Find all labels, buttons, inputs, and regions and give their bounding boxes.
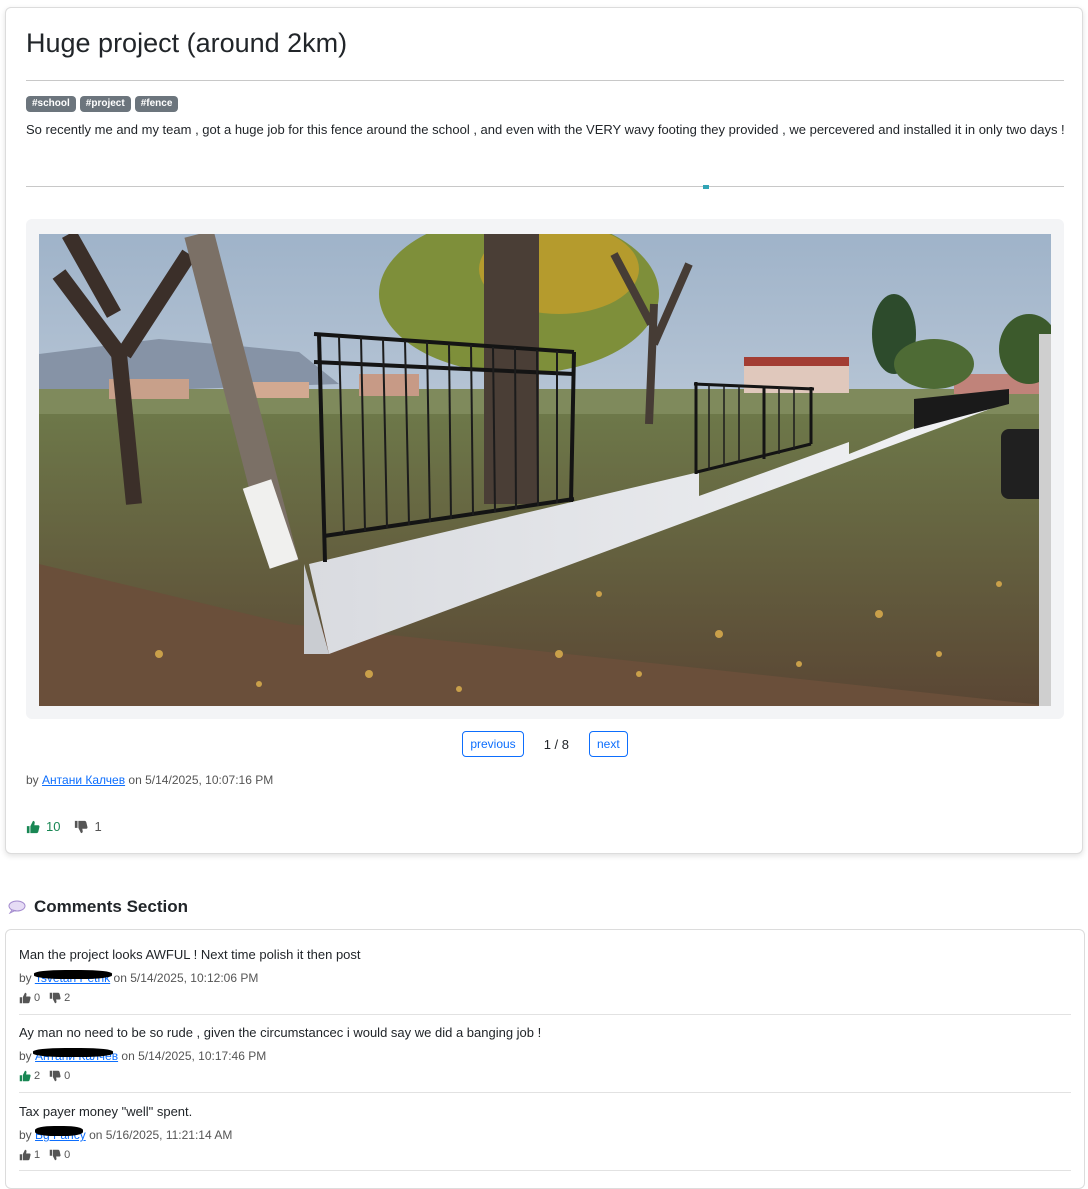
body-divider (26, 186, 1064, 187)
comment-votes: 1 0 (19, 1149, 1071, 1161)
dislike-count: 0 (64, 1070, 71, 1082)
like-count: 10 (46, 819, 61, 834)
like-count: 1 (34, 1149, 41, 1161)
comment-item: Man the project looks AWFUL ! Next time … (19, 947, 1071, 1004)
fence-photo (39, 234, 1051, 706)
title-divider (26, 80, 1064, 81)
post-body: So recently me and my team , got a huge … (26, 122, 1065, 137)
carousel-pager: previous 1 / 8 next (6, 731, 1084, 757)
thumbs-down-icon (75, 820, 88, 833)
comment-divider (19, 1170, 1071, 1171)
post-date: 5/14/2025, 10:07:16 PM (145, 773, 274, 787)
comment-date: 5/16/2025, 11:21:14 AM (105, 1128, 233, 1142)
comment-votes: 0 2 (19, 992, 1071, 1004)
tag-project[interactable]: #project (79, 96, 131, 112)
author-link[interactable]: Антани Калчев (42, 773, 125, 787)
divider-marker (703, 185, 709, 189)
next-button[interactable]: next (588, 731, 628, 757)
comment-divider (19, 1014, 1071, 1015)
redaction-mark (34, 970, 112, 979)
byline-prefix: by (19, 1049, 32, 1063)
tag-fence[interactable]: #fence (134, 96, 179, 112)
thumbs-up-icon[interactable] (19, 1070, 31, 1082)
byline-on: on (113, 971, 127, 985)
dislike-count: 0 (64, 1149, 71, 1161)
byline-on: on (89, 1128, 103, 1142)
comment-date: 5/14/2025, 10:12:06 PM (130, 971, 259, 985)
thumbs-up-icon[interactable] (19, 1149, 31, 1161)
comments-title: Comments Section (34, 897, 188, 916)
comment-byline: by Bg Fancy on 5/16/2025, 11:21:14 AM (19, 1126, 1071, 1142)
like-count: 2 (34, 1070, 41, 1082)
comment-item: Ay man no need to be so rude , given the… (19, 1025, 1071, 1082)
thumbs-down-icon[interactable] (49, 992, 61, 1004)
comment-text: Man the project looks AWFUL ! Next time … (19, 947, 361, 962)
thumbs-up-icon[interactable] (19, 992, 31, 1004)
comment-text: Tax payer money "well" spent. (19, 1104, 193, 1119)
dislike-count: 2 (64, 992, 71, 1004)
post-title: Huge project (around 2km) (26, 28, 348, 58)
redaction-mark (35, 1126, 83, 1136)
byline-prefix: by (19, 1128, 32, 1142)
thumbs-down-icon[interactable] (49, 1149, 61, 1161)
thumbs-down-icon[interactable] (49, 1070, 61, 1082)
comment-date: 5/14/2025, 10:17:46 PM (138, 1049, 267, 1063)
tag-list: #school #project #fence (26, 96, 179, 112)
comment-divider (19, 1092, 1071, 1093)
dislike-count: 1 (94, 819, 102, 834)
comment-byline: by Tsvetan Petrik on 5/14/2025, 10:12:06… (19, 970, 1071, 985)
like-count: 0 (34, 992, 41, 1004)
speech-bubble-icon (8, 900, 26, 914)
post-votes: 10 1 (26, 819, 102, 834)
redaction-mark (33, 1048, 113, 1057)
comment-byline: by Антани Калчев on 5/14/2025, 10:17:46 … (19, 1048, 1071, 1063)
comments-list: Man the project looks AWFUL ! Next time … (5, 929, 1085, 1189)
previous-button[interactable]: previous (462, 731, 524, 757)
comment-votes: 2 0 (19, 1070, 1071, 1082)
dislike-button[interactable]: 1 (74, 819, 102, 834)
tag-school[interactable]: #school (26, 96, 76, 112)
image-carousel (26, 219, 1064, 719)
thumbs-up-icon (26, 820, 40, 833)
comments-header: Comments Section (8, 897, 188, 917)
post-byline: by Антани Калчев on 5/14/2025, 10:07:16 … (26, 773, 273, 787)
post-card: Huge project (around 2km) #school #proje… (5, 7, 1083, 854)
byline-on: on (128, 773, 142, 787)
like-button[interactable]: 10 (26, 819, 60, 834)
byline-on: on (121, 1049, 135, 1063)
image-counter: 1 / 8 (543, 736, 569, 752)
byline-prefix: by (19, 971, 32, 985)
byline-prefix: by (26, 773, 39, 787)
comment-text: Ay man no need to be so rude , given the… (19, 1025, 542, 1040)
comment-item: Tax payer money "well" spent. by Bg Fanc… (19, 1104, 1071, 1161)
